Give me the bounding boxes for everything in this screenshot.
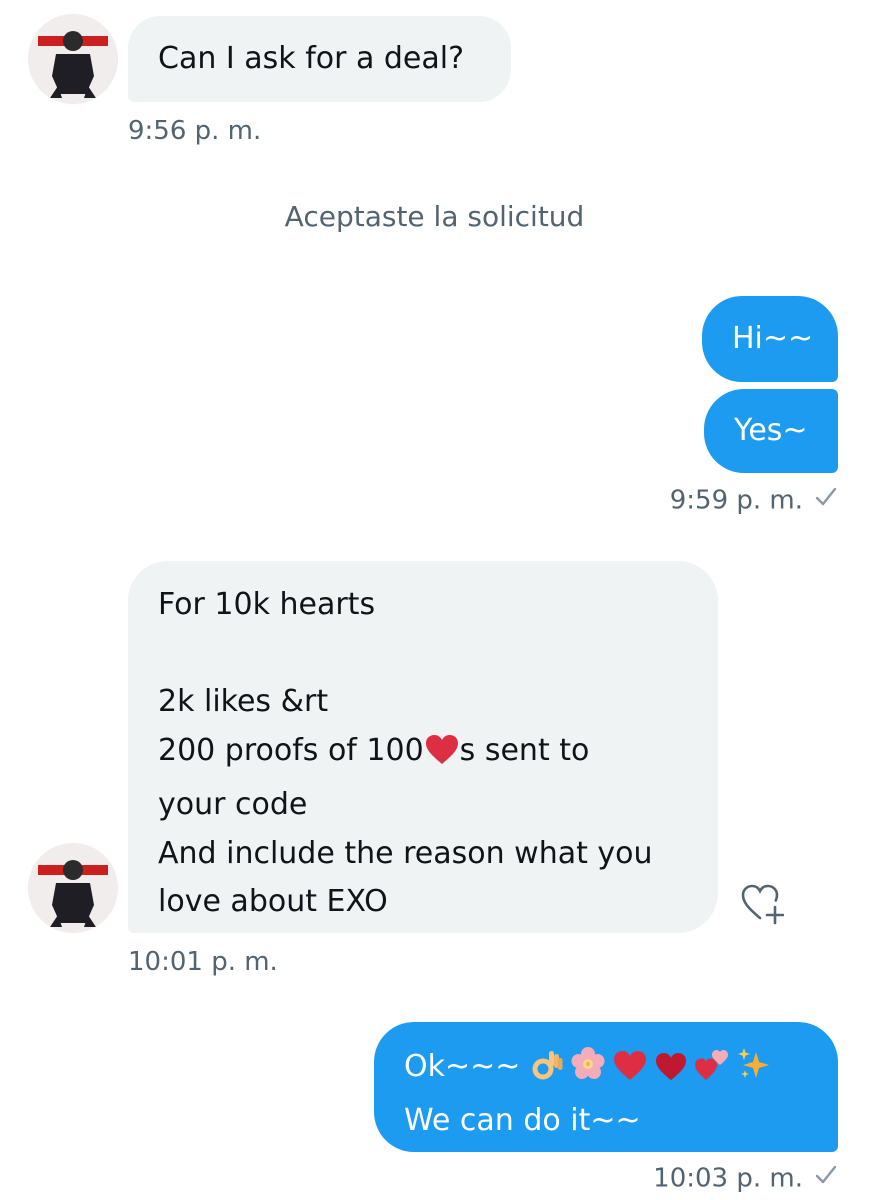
message-line: your code bbox=[158, 787, 308, 822]
message-timestamp: 10:03 p. m. bbox=[653, 1163, 803, 1194]
message-line: love about EXO bbox=[158, 884, 388, 919]
message-text: 200 proofs of 100 bbox=[158, 732, 424, 768]
ok-hand-icon bbox=[530, 1048, 564, 1097]
message-text: Yes~ bbox=[734, 413, 808, 448]
message-timestamp-row: 9:59 p. m. bbox=[670, 484, 839, 518]
request-accepted-notice: Aceptaste la solicitud bbox=[284, 200, 585, 233]
message-timestamp: 9:56 p. m. bbox=[128, 116, 262, 146]
message-line: 2k likes &rt bbox=[158, 684, 329, 719]
cherry-blossom-icon bbox=[570, 1046, 606, 1097]
check-icon bbox=[813, 484, 839, 518]
message-text: Hi~~ bbox=[732, 321, 814, 356]
message-line: And include the reason what you bbox=[158, 835, 653, 871]
message-line: We can do it~~ bbox=[404, 1103, 641, 1138]
incoming-message[interactable]: For 10k hearts 2k likes &rt 200 proofs o… bbox=[128, 561, 718, 933]
message-timestamp-row: 10:03 p. m. bbox=[653, 1162, 839, 1196]
heavy-heart-icon bbox=[654, 1049, 688, 1097]
avatar-image bbox=[28, 14, 118, 104]
two-hearts-icon bbox=[694, 1048, 730, 1097]
message-line-with-emoji: Ok~~~ bbox=[404, 1043, 838, 1097]
sparkles-icon bbox=[736, 1046, 772, 1097]
outgoing-message[interactable]: Ok~~~ We can do it~~ bbox=[374, 1022, 838, 1152]
avatar-image bbox=[28, 843, 118, 933]
check-icon bbox=[813, 1162, 839, 1196]
message-text: Ok~~~ bbox=[404, 1049, 521, 1084]
sender-avatar[interactable] bbox=[28, 843, 118, 933]
message-line: For 10k hearts bbox=[158, 587, 376, 622]
red-heart-icon bbox=[612, 1049, 648, 1097]
message-text: s sent to bbox=[459, 732, 590, 768]
heart-plus-icon[interactable] bbox=[738, 880, 785, 926]
message-text: Can I ask for a deal? bbox=[158, 41, 465, 76]
message-timestamp: 9:59 p. m. bbox=[669, 485, 803, 516]
red-heart-icon bbox=[424, 733, 460, 782]
message-timestamp: 10:01 p. m. bbox=[128, 947, 278, 977]
sender-avatar[interactable] bbox=[28, 14, 118, 104]
outgoing-message[interactable]: Hi~~ bbox=[702, 296, 838, 382]
message-line-with-heart: 200 proofs of 100 s sent to bbox=[158, 727, 718, 782]
incoming-message[interactable]: Can I ask for a deal? bbox=[128, 16, 511, 102]
outgoing-message[interactable]: Yes~ bbox=[704, 389, 838, 473]
